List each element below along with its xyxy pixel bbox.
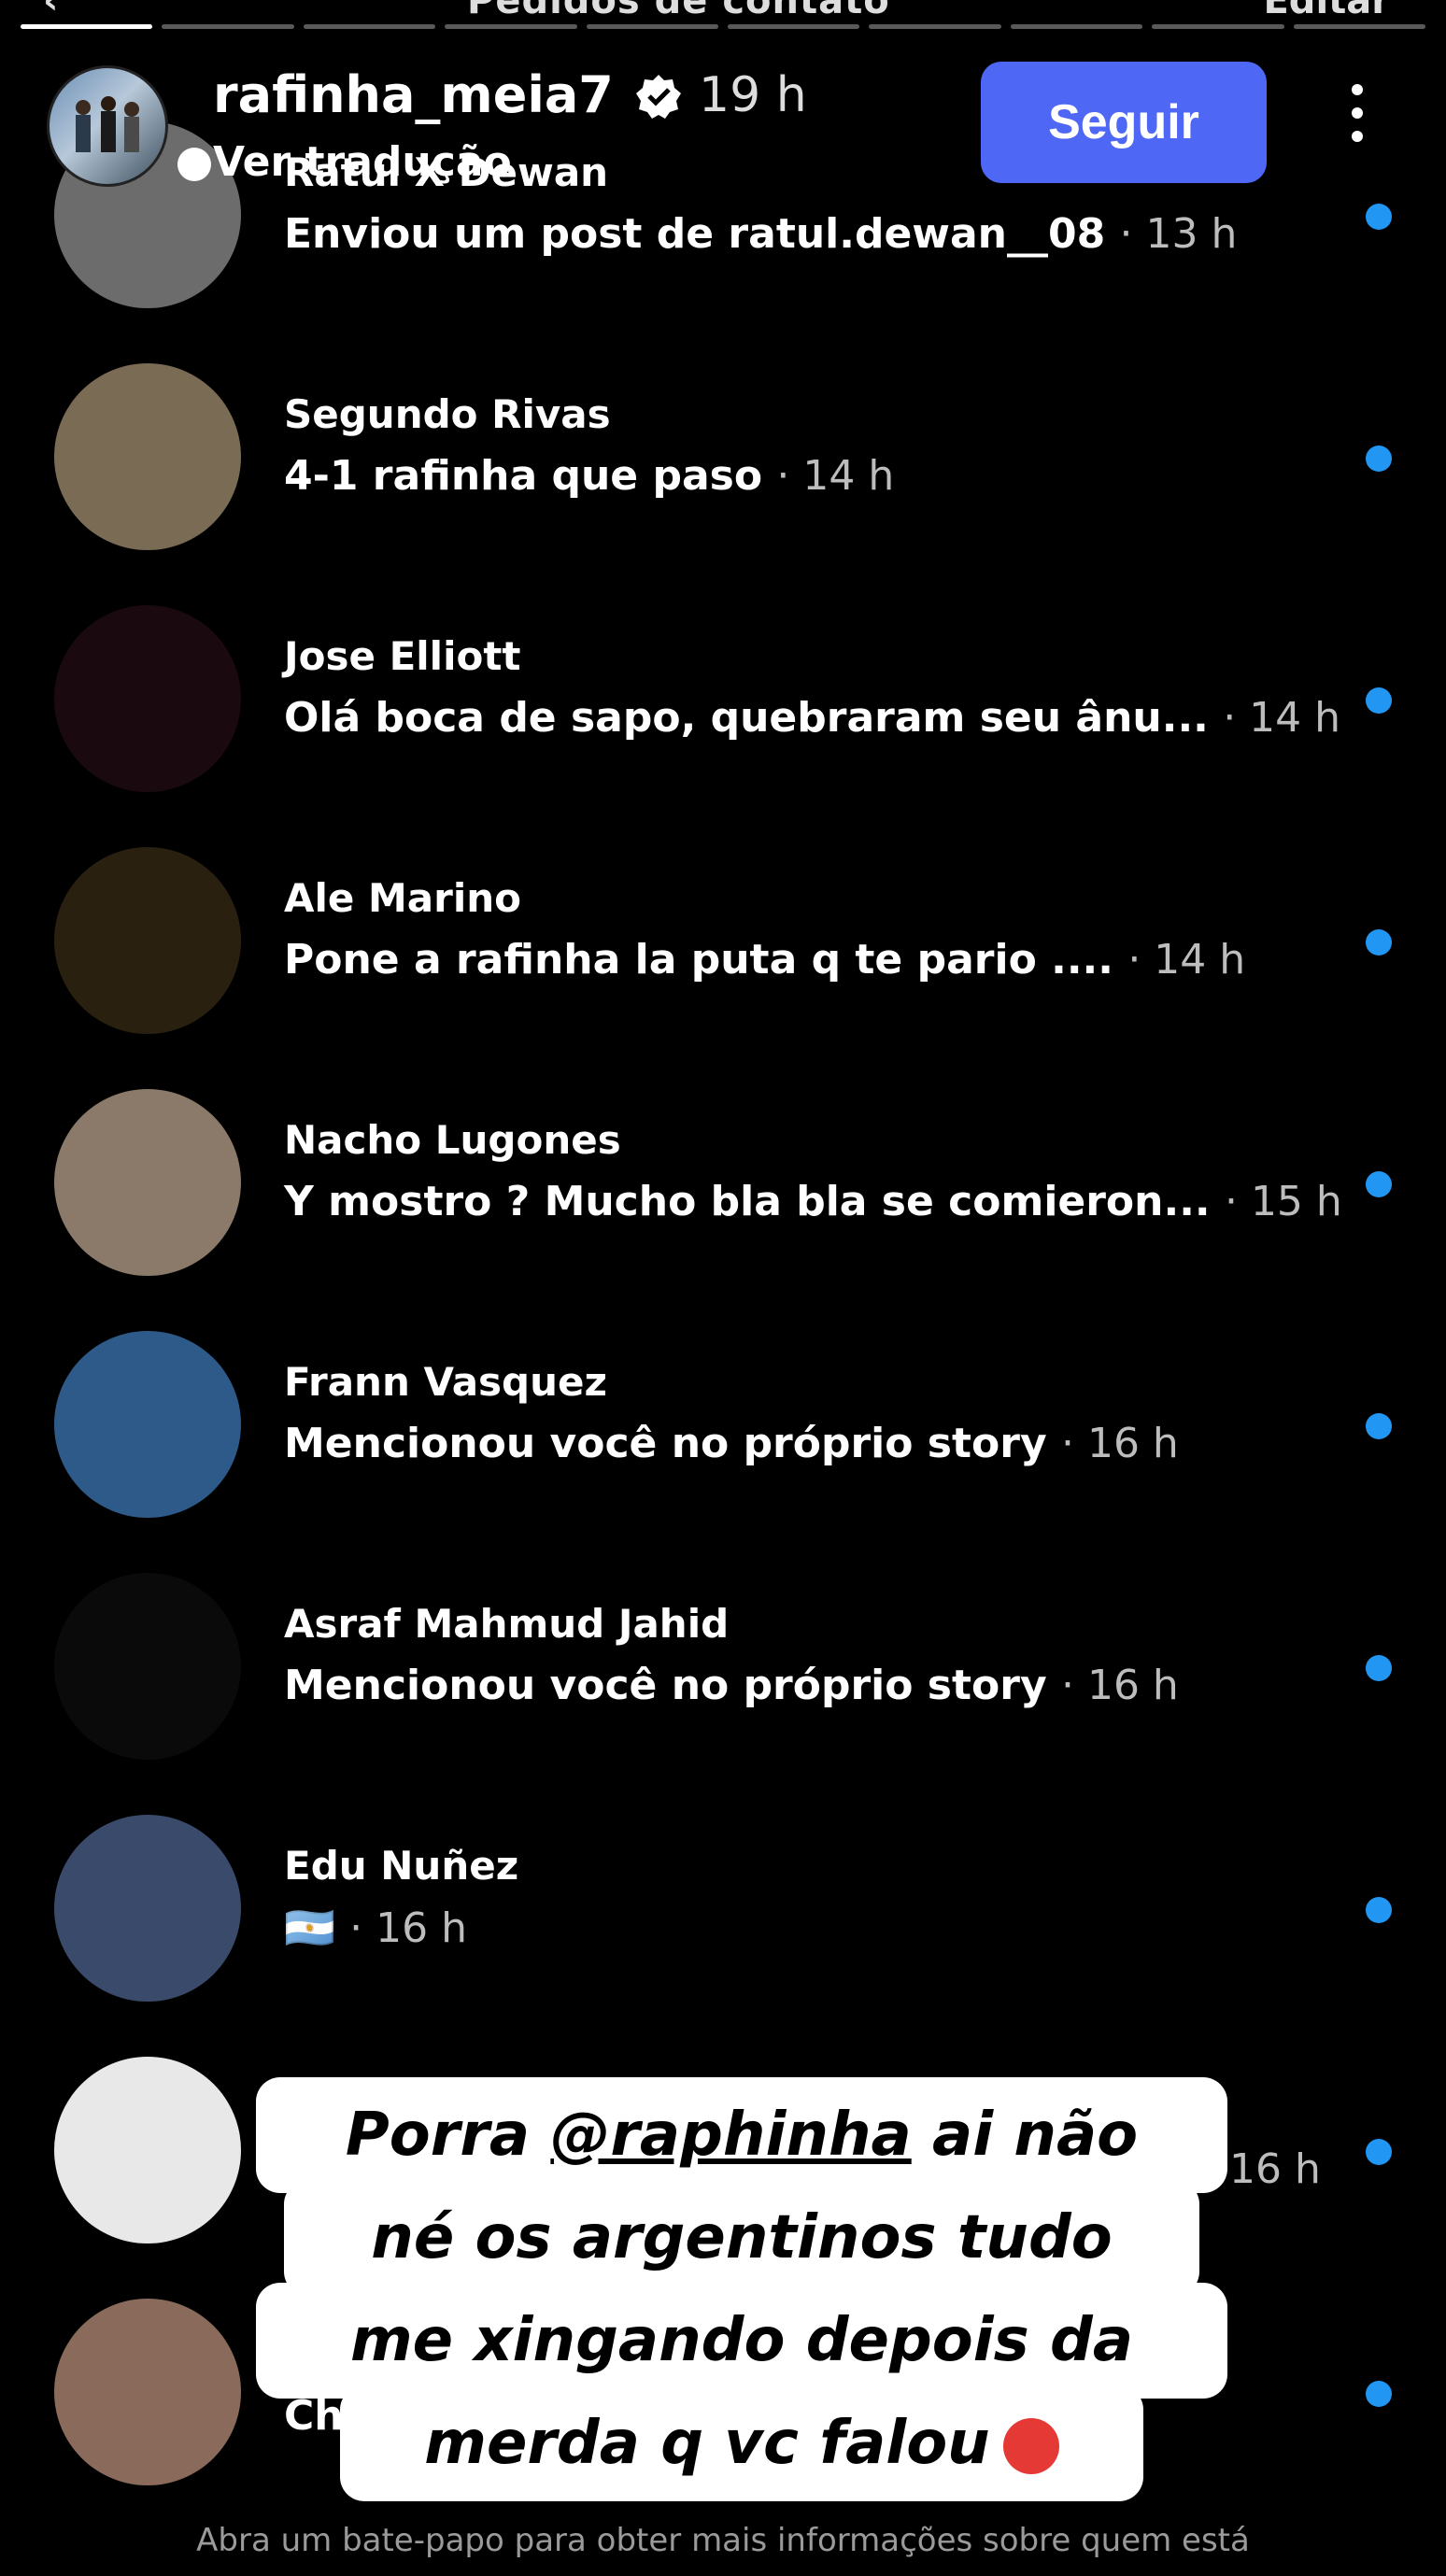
- unread-dot-icon: [1366, 929, 1392, 955]
- edit-button[interactable]: Editar: [1263, 0, 1390, 22]
- caption-mention[interactable]: @raphinha: [550, 2101, 911, 2170]
- avatar[interactable]: [54, 2057, 241, 2243]
- progress-segment: [728, 24, 860, 29]
- message-preview: Enviou um post de ratul.dewan__08 · 13 h: [284, 210, 1237, 258]
- back-icon[interactable]: ‹: [43, 0, 58, 22]
- story-timestamp: 19 h: [699, 67, 807, 123]
- avatar[interactable]: [54, 847, 241, 1034]
- message-time: · 13 h: [1119, 210, 1238, 258]
- message-time: · 14 h: [1127, 936, 1246, 984]
- progress-segment: [586, 24, 719, 29]
- unread-dot-icon: [1366, 2381, 1392, 2407]
- caption-line: né os argentinos tudo: [284, 2180, 1199, 2296]
- avatar[interactable]: [54, 605, 241, 792]
- preview-text: Mencionou você no próprio story: [284, 1420, 1047, 1467]
- caption-text: merda q vc falou: [424, 2409, 990, 2478]
- message-preview: Mencionou você no próprio story · 16 h: [284, 1662, 1179, 1709]
- page-title: Pedidos de contato: [467, 0, 890, 22]
- angry-face-emoji-icon: &$!#%: [1002, 2418, 1068, 2502]
- unread-dot-icon: [1366, 2139, 1392, 2165]
- message-request-row[interactable]: Asraf Mahmud Jahid Mencionou você no próp…: [0, 1573, 1446, 1760]
- message-time: · 16 h: [1060, 1420, 1179, 1467]
- message-request-row[interactable]: Nacho Lugones Y mostro ? Mucho bla bla se…: [0, 1089, 1446, 1276]
- message-time: · 16 h: [349, 1904, 467, 1952]
- sender-name: Edu Nuñez: [284, 1843, 519, 1889]
- avatar[interactable]: [54, 1815, 241, 2002]
- group-photo-icon: [76, 96, 139, 152]
- avatar[interactable]: [54, 1573, 241, 1760]
- sender-name: Asraf Mahmud Jahid: [284, 1601, 730, 1647]
- verified-badge-icon: [636, 75, 681, 119]
- progress-segment: [162, 24, 294, 29]
- preview-text: 4-1 rafinha que paso: [284, 452, 763, 500]
- underlying-header: ‹ Pedidos de contato Editar: [0, 0, 1446, 22]
- message-preview: 16 h: [1229, 2145, 1321, 2193]
- caption-line: Porra @raphinha ai não: [256, 2077, 1227, 2193]
- story-username[interactable]: rafinha_meia7: [213, 65, 614, 124]
- progress-segment: [1293, 24, 1426, 29]
- avatar[interactable]: [54, 1089, 241, 1276]
- message-time: · 15 h: [1224, 1178, 1342, 1225]
- message-preview: 🇦🇷 · 16 h: [284, 1904, 467, 1952]
- unread-dot-icon: [1366, 1413, 1392, 1439]
- progress-segment: [1152, 24, 1284, 29]
- message-request-row[interactable]: Frann Vasquez Mencionou você no próprio s…: [0, 1331, 1446, 1518]
- message-request-row[interactable]: Segundo Rivas 4-1 rafinha que paso · 14 h: [0, 363, 1446, 550]
- progress-segment: [869, 24, 1001, 29]
- sender-name: Segundo Rivas: [284, 391, 611, 437]
- progress-segment: [1010, 24, 1143, 29]
- unread-dot-icon: [1366, 687, 1392, 714]
- preview-text: Pone a rafinha la puta q te pario ....: [284, 936, 1113, 984]
- preview-text: Mencionou você no próprio story: [284, 1662, 1047, 1709]
- sender-name: Ale Marino: [284, 875, 522, 921]
- more-options-icon[interactable]: [1343, 84, 1371, 149]
- preview-text: 🇦🇷: [284, 1904, 335, 1952]
- message-time: · 16 h: [1060, 1662, 1179, 1709]
- avatar[interactable]: [54, 363, 241, 550]
- unread-dot-icon: [1366, 1655, 1392, 1681]
- progress-segment: [21, 24, 153, 29]
- sender-name: Nacho Lugones: [284, 1117, 621, 1163]
- progress-segment: [303, 24, 436, 29]
- unread-dot-icon: [1366, 204, 1392, 230]
- story-author-avatar[interactable]: [47, 65, 168, 187]
- message-preview: 4-1 rafinha que paso · 14 h: [284, 452, 894, 500]
- message-preview: Pone a rafinha la puta q te pario .... ·…: [284, 936, 1245, 984]
- caption-line: merda q vc falou &$!#%: [340, 2385, 1143, 2502]
- preview-text: Enviou um post de ratul.dewan__08: [284, 210, 1106, 258]
- message-request-row[interactable]: Ale Marino Pone a rafinha la puta q te pa…: [0, 847, 1446, 1034]
- unread-dot-icon: [1366, 1171, 1392, 1197]
- message-preview: Olá boca de sapo, quebraram seu ânu... ·…: [284, 694, 1340, 742]
- avatar[interactable]: [54, 1331, 241, 1518]
- caption-text: Porra: [345, 2101, 551, 2170]
- caption-text: ai não: [911, 2101, 1139, 2170]
- story-caption-sticker: Porra @raphinha ai não né os argentinos …: [256, 2077, 1227, 2516]
- message-request-row[interactable]: Edu Nuñez 🇦🇷 · 16 h: [0, 1815, 1446, 2002]
- message-preview: Y mostro ? Mucho bla bla se comieron... …: [284, 1178, 1342, 1225]
- message-time: 16 h: [1229, 2145, 1321, 2193]
- caption-line: me xingando depois da: [256, 2283, 1227, 2399]
- follow-button[interactable]: Seguir: [981, 62, 1267, 183]
- message-preview: Mencionou você no próprio story · 16 h: [284, 1420, 1179, 1467]
- message-request-row[interactable]: Jose Elliott Olá boca de sapo, quebraram …: [0, 605, 1446, 792]
- message-time: · 14 h: [776, 452, 895, 500]
- footer-hint: Abra um bate-papo para obter mais inform…: [196, 2522, 1250, 2559]
- see-translation-link[interactable]: Ver tradução: [213, 138, 512, 186]
- avatar[interactable]: [54, 2299, 241, 2485]
- unread-dot-icon: [1366, 446, 1392, 472]
- preview-text: Olá boca de sapo, quebraram seu ânu...: [284, 694, 1209, 742]
- message-time: · 14 h: [1223, 694, 1341, 742]
- sender-name: Jose Elliott: [284, 633, 521, 679]
- translate-icon: [177, 148, 211, 181]
- progress-segment: [445, 24, 577, 29]
- story-progress-bar: [21, 24, 1426, 29]
- sender-name: Frann Vasquez: [284, 1359, 607, 1405]
- preview-text: Y mostro ? Mucho bla bla se comieron...: [284, 1178, 1211, 1225]
- unread-dot-icon: [1366, 1897, 1392, 1923]
